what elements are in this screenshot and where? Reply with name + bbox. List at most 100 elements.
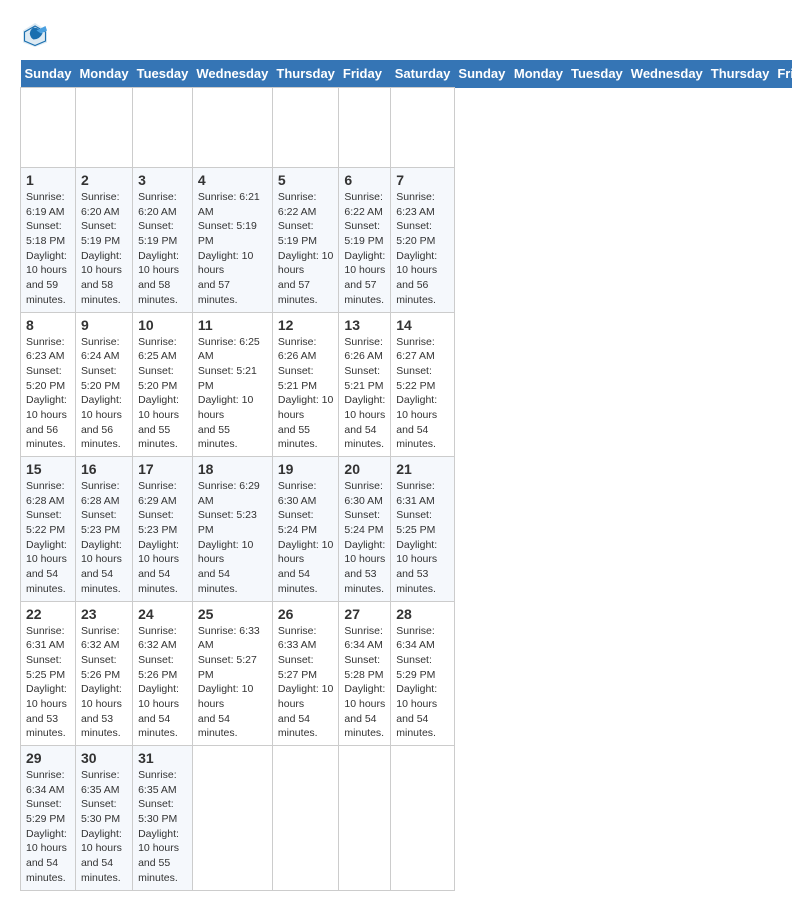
calendar-cell [339,746,391,891]
logo [20,20,54,50]
day-info: Sunrise: 6:26 AM Sunset: 5:21 PM Dayligh… [278,335,334,453]
day-number: 24 [138,606,187,622]
day-number: 11 [198,317,267,333]
day-info: Sunrise: 6:33 AM Sunset: 5:27 PM Dayligh… [198,624,267,742]
calendar-cell [272,88,339,168]
calendar-cell [391,746,455,891]
day-number: 18 [198,461,267,477]
calendar-cell: 15 Sunrise: 6:28 AM Sunset: 5:22 PM Dayli… [21,457,76,602]
calendar-cell [272,746,339,891]
logo-icon [20,20,50,50]
weekday-header-tuesday: Tuesday [567,60,627,88]
day-info: Sunrise: 6:26 AM Sunset: 5:21 PM Dayligh… [344,335,385,453]
calendar-cell: 19 Sunrise: 6:30 AM Sunset: 5:24 PM Dayli… [272,457,339,602]
week-row-3: 8Sunrise: 6:23 AM Sunset: 5:20 PM Daylig… [21,312,792,457]
day-number: 4 [198,172,267,188]
calendar-cell: 8Sunrise: 6:23 AM Sunset: 5:20 PM Daylig… [21,312,76,457]
day-number: 20 [344,461,385,477]
day-number: 22 [26,606,70,622]
calendar-cell: 23 Sunrise: 6:32 AM Sunset: 5:26 PM Dayli… [75,601,132,746]
day-number: 19 [278,461,334,477]
day-info: Sunrise: 6:30 AM Sunset: 5:24 PM Dayligh… [278,479,334,597]
day-number: 28 [396,606,449,622]
day-info: Sunrise: 6:21 AM Sunset: 5:19 PM Dayligh… [198,190,267,308]
day-number: 6 [344,172,385,188]
day-info: Sunrise: 6:33 AM Sunset: 5:27 PM Dayligh… [278,624,334,742]
calendar-cell: 4 Sunrise: 6:21 AM Sunset: 5:19 PM Daylig… [192,168,272,313]
weekday-header-friday: Friday [773,60,792,88]
day-info: Sunrise: 6:29 AM Sunset: 5:23 PM Dayligh… [138,479,187,597]
day-number: 10 [138,317,187,333]
day-number: 15 [26,461,70,477]
day-info: Sunrise: 6:22 AM Sunset: 5:19 PM Dayligh… [278,190,334,308]
day-info: Sunrise: 6:30 AM Sunset: 5:24 PM Dayligh… [344,479,385,597]
calendar-cell: 12 Sunrise: 6:26 AM Sunset: 5:21 PM Dayli… [272,312,339,457]
day-info: Sunrise: 6:31 AM Sunset: 5:25 PM Dayligh… [396,479,449,597]
day-info: Sunrise: 6:34 AM Sunset: 5:29 PM Dayligh… [396,624,449,742]
day-number: 7 [396,172,449,188]
calendar-cell: 10Sunrise: 6:25 AM Sunset: 5:20 PM Dayli… [133,312,193,457]
day-info: Sunrise: 6:24 AM Sunset: 5:20 PM Dayligh… [81,335,127,453]
day-info: Sunrise: 6:32 AM Sunset: 5:26 PM Dayligh… [81,624,127,742]
calendar-cell: 30Sunrise: 6:35 AM Sunset: 5:30 PM Dayli… [75,746,132,891]
weekday-header-thursday: Thursday [272,60,339,88]
day-number: 2 [81,172,127,188]
day-number: 13 [344,317,385,333]
calendar-cell: 29 Sunrise: 6:34 AM Sunset: 5:29 PM Dayli… [21,746,76,891]
week-row-4: 15 Sunrise: 6:28 AM Sunset: 5:22 PM Dayli… [21,457,792,602]
weekday-header-wednesday: Wednesday [192,60,272,88]
weekday-header-monday: Monday [75,60,132,88]
day-info: Sunrise: 6:28 AM Sunset: 5:22 PM Dayligh… [26,479,70,597]
day-number: 12 [278,317,334,333]
calendar-cell: 1 Sunrise: 6:19 AM Sunset: 5:18 PM Daylig… [21,168,76,313]
day-info: Sunrise: 6:19 AM Sunset: 5:18 PM Dayligh… [26,190,70,308]
week-row-1 [21,88,792,168]
day-number: 23 [81,606,127,622]
week-row-2: 1 Sunrise: 6:19 AM Sunset: 5:18 PM Daylig… [21,168,792,313]
calendar-table: SundayMondayTuesdayWednesdayThursdayFrid… [20,60,792,891]
calendar-cell [391,88,455,168]
weekday-header-sunday: Sunday [21,60,76,88]
weekday-header-tuesday: Tuesday [133,60,193,88]
day-info: Sunrise: 6:22 AM Sunset: 5:19 PM Dayligh… [344,190,385,308]
day-info: Sunrise: 6:28 AM Sunset: 5:23 PM Dayligh… [81,479,127,597]
calendar-cell: 17Sunrise: 6:29 AM Sunset: 5:23 PM Dayli… [133,457,193,602]
calendar-cell [75,88,132,168]
calendar-cell: 24 Sunrise: 6:32 AM Sunset: 5:26 PM Dayli… [133,601,193,746]
calendar-cell [192,746,272,891]
day-number: 30 [81,750,127,766]
day-info: Sunrise: 6:32 AM Sunset: 5:26 PM Dayligh… [138,624,187,742]
day-info: Sunrise: 6:23 AM Sunset: 5:20 PM Dayligh… [396,190,449,308]
day-info: Sunrise: 6:34 AM Sunset: 5:29 PM Dayligh… [26,768,70,886]
calendar-cell: 3Sunrise: 6:20 AM Sunset: 5:19 PM Daylig… [133,168,193,313]
day-number: 29 [26,750,70,766]
day-number: 9 [81,317,127,333]
calendar-cell: 26Sunrise: 6:33 AM Sunset: 5:27 PM Dayli… [272,601,339,746]
calendar-cell [192,88,272,168]
day-info: Sunrise: 6:35 AM Sunset: 5:30 PM Dayligh… [138,768,187,886]
calendar-cell: 22Sunrise: 6:31 AM Sunset: 5:25 PM Dayli… [21,601,76,746]
calendar-cell [339,88,391,168]
day-info: Sunrise: 6:25 AM Sunset: 5:21 PM Dayligh… [198,335,267,453]
calendar-cell: 14Sunrise: 6:27 AM Sunset: 5:22 PM Dayli… [391,312,455,457]
day-number: 14 [396,317,449,333]
weekday-header-saturday: Saturday [391,60,455,88]
weekday-header-friday: Friday [339,60,391,88]
calendar-cell: 5Sunrise: 6:22 AM Sunset: 5:19 PM Daylig… [272,168,339,313]
calendar-cell: 13 Sunrise: 6:26 AM Sunset: 5:21 PM Dayli… [339,312,391,457]
day-number: 27 [344,606,385,622]
calendar-cell: 25Sunrise: 6:33 AM Sunset: 5:27 PM Dayli… [192,601,272,746]
day-number: 31 [138,750,187,766]
week-row-6: 29 Sunrise: 6:34 AM Sunset: 5:29 PM Dayli… [21,746,792,891]
header-row: SundayMondayTuesdayWednesdayThursdayFrid… [21,60,792,88]
calendar-cell: 28 Sunrise: 6:34 AM Sunset: 5:29 PM Dayli… [391,601,455,746]
calendar-cell: 6 Sunrise: 6:22 AM Sunset: 5:19 PM Daylig… [339,168,391,313]
calendar-cell: 9 Sunrise: 6:24 AM Sunset: 5:20 PM Daylig… [75,312,132,457]
calendar-cell: 7 Sunrise: 6:23 AM Sunset: 5:20 PM Daylig… [391,168,455,313]
week-row-5: 22Sunrise: 6:31 AM Sunset: 5:25 PM Dayli… [21,601,792,746]
day-number: 1 [26,172,70,188]
weekday-header-thursday: Thursday [707,60,774,88]
day-number: 3 [138,172,187,188]
calendar-cell: 16Sunrise: 6:28 AM Sunset: 5:23 PM Dayli… [75,457,132,602]
day-number: 8 [26,317,70,333]
